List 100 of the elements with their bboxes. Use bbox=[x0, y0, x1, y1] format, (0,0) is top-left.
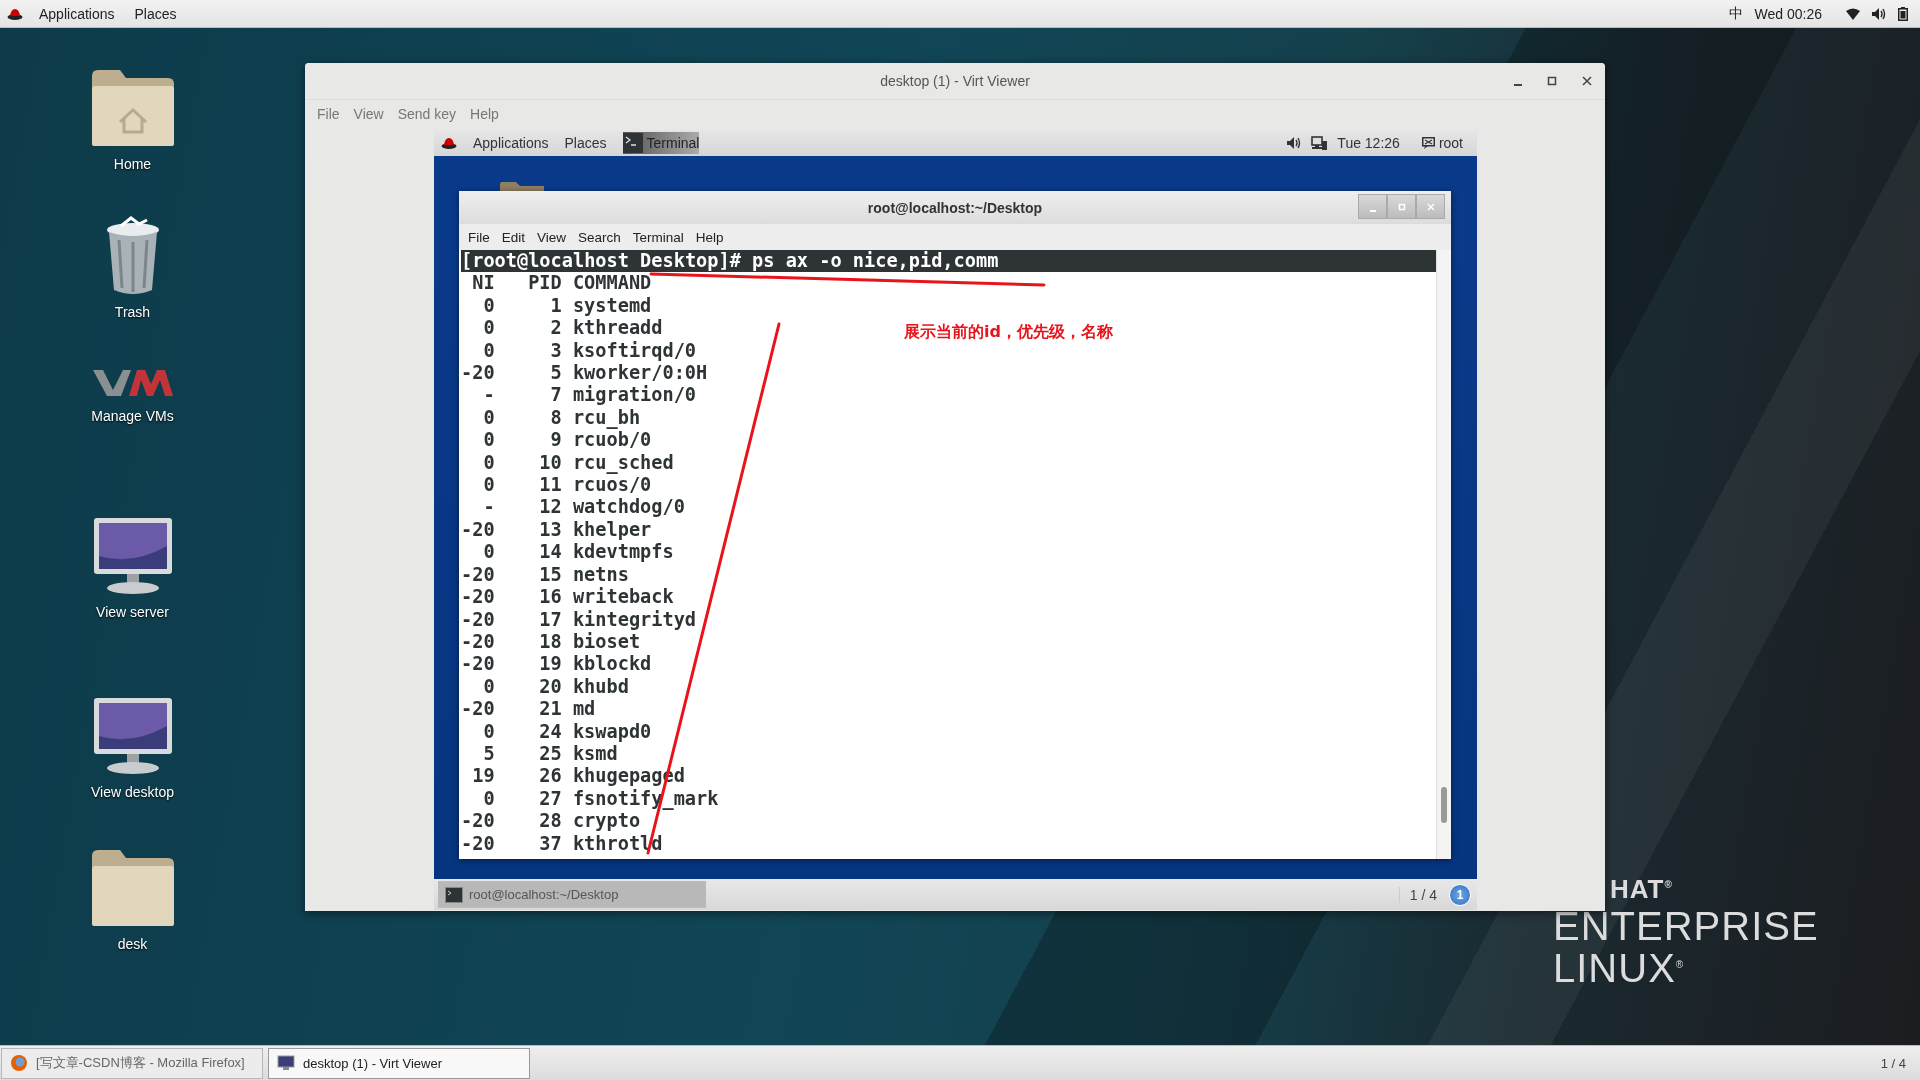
table-cell: -20 bbox=[461, 586, 495, 609]
table-cell-text: 0 bbox=[482, 720, 495, 743]
table-cell-text: 0 bbox=[482, 541, 495, 564]
menu-item[interactable]: Send key bbox=[391, 103, 463, 124]
menu-button[interactable]: Applications bbox=[473, 134, 549, 152]
wifi-icon[interactable] bbox=[1846, 7, 1860, 20]
desktop-icon-label[interactable]: View desktop bbox=[91, 784, 174, 800]
table-cell-text: 14 bbox=[538, 541, 562, 564]
table-cell: rcu_bh bbox=[572, 406, 641, 430]
table-cell-text: - bbox=[482, 384, 495, 407]
table-cell: bioset bbox=[572, 630, 641, 654]
taskbar-button[interactable]: root@localhost:~/Desktop bbox=[438, 881, 706, 908]
table-cell-text: 25 bbox=[538, 742, 562, 766]
table-cell: md bbox=[572, 698, 596, 721]
user-menu-button[interactable]: root bbox=[1421, 135, 1463, 151]
table-cell-text: 0 bbox=[482, 317, 495, 340]
logo-text: ENTERPRISE bbox=[1553, 906, 1819, 946]
taskbar-button[interactable]: desktop (1) - Virt Viewer bbox=[268, 1047, 530, 1079]
input-method-indicator[interactable]: 中 bbox=[1728, 4, 1743, 23]
table-cell-text: 11 bbox=[538, 474, 562, 497]
desktop-icon-label[interactable]: Trash bbox=[114, 304, 151, 320]
close-icon bbox=[1425, 201, 1436, 212]
column-header: NI bbox=[471, 272, 495, 295]
table-cell-text: 28 bbox=[538, 810, 562, 833]
menu-item[interactable]: Edit bbox=[496, 227, 531, 247]
desktop-icon-label[interactable]: desk bbox=[117, 936, 148, 952]
table-cell: rcu_sched bbox=[572, 451, 674, 475]
table-cell-text: 27 bbox=[538, 787, 562, 811]
scrollbar-thumb[interactable] bbox=[1441, 787, 1447, 823]
table-cell-text: 16 bbox=[538, 586, 562, 609]
table-cell: migration/0 bbox=[572, 384, 697, 407]
menu-button[interactable]: Places bbox=[564, 134, 607, 152]
desktop-icon-label[interactable]: View server bbox=[96, 604, 169, 620]
logo-text: LINUX$^{®}$ bbox=[1553, 948, 1686, 988]
menu-item[interactable]: Search bbox=[573, 227, 626, 247]
desktop-icon-label[interactable]: Manage VMs bbox=[91, 408, 174, 424]
menu-item[interactable]: Help bbox=[690, 227, 729, 247]
table-cell: ksoftirqd/0 bbox=[572, 339, 697, 363]
table-cell-text: 12 bbox=[538, 496, 562, 519]
table-cell: khubd bbox=[572, 675, 629, 699]
table-cell-text: 1 bbox=[549, 294, 562, 318]
menu-button[interactable]: Places bbox=[130, 3, 181, 24]
table-cell-text: 21 bbox=[538, 698, 562, 721]
close-icon[interactable] bbox=[1582, 76, 1592, 86]
active-app-button[interactable]: Terminal bbox=[622, 132, 700, 154]
user-icon bbox=[1421, 137, 1435, 149]
table-cell-text: 0 bbox=[482, 474, 495, 497]
table-cell: writeback bbox=[572, 586, 674, 609]
table-cell: systemd bbox=[572, 294, 652, 318]
hat-icon bbox=[441, 136, 457, 150]
table-cell: khelper bbox=[572, 518, 652, 542]
annotation-text: 展示当前的id，优先级，名称 bbox=[904, 322, 1113, 343]
network-icon[interactable] bbox=[1311, 136, 1328, 150]
table-cell: -20 bbox=[461, 832, 495, 855]
table-cell: rcuos/0 bbox=[572, 474, 652, 497]
table-cell-text: 8 bbox=[549, 406, 562, 430]
column-header: COMMAND bbox=[572, 272, 652, 295]
menu-item[interactable]: View bbox=[532, 227, 572, 247]
volume-icon[interactable] bbox=[1872, 7, 1886, 20]
menu-item[interactable]: Help bbox=[464, 103, 505, 124]
desktop-icon-label[interactable]: Home bbox=[113, 156, 152, 172]
maximize-icon[interactable] bbox=[1547, 76, 1557, 86]
table-cell-text: 10 bbox=[538, 451, 562, 475]
table-cell: kblockd bbox=[572, 653, 652, 676]
table-cell: kintegrityd bbox=[572, 608, 697, 631]
table-cell-text: 7 bbox=[549, 384, 562, 407]
hat-icon bbox=[7, 6, 23, 21]
table-cell: -20 bbox=[461, 653, 495, 676]
volume-icon[interactable] bbox=[1287, 137, 1302, 149]
workspace-indicator[interactable]: 1 / 4 bbox=[1398, 886, 1437, 903]
terminal-icon bbox=[445, 886, 463, 903]
window-title: desktop (1) - Virt Viewer bbox=[880, 73, 1030, 89]
menu-item[interactable]: File bbox=[311, 103, 346, 124]
menu-item[interactable]: View bbox=[347, 103, 390, 124]
table-cell-text: 0 bbox=[482, 406, 495, 430]
table-cell: -20 bbox=[461, 362, 495, 385]
table-cell: netns bbox=[572, 563, 629, 587]
logo-text: HAT$^{®}$ bbox=[1610, 876, 1674, 902]
monitor-icon bbox=[277, 1055, 295, 1071]
scrollbar[interactable] bbox=[1436, 250, 1451, 859]
table-cell: kworker/0:0H bbox=[572, 362, 708, 385]
terminal-icon bbox=[622, 133, 643, 153]
table-cell-text: 17 bbox=[538, 608, 562, 631]
table-cell-text: - bbox=[482, 496, 495, 519]
maximize-icon bbox=[1396, 201, 1407, 212]
window-title: root@localhost:~/Desktop bbox=[867, 199, 1043, 216]
battery-icon[interactable] bbox=[1898, 6, 1908, 21]
menu-item[interactable]: Terminal bbox=[627, 227, 689, 247]
menu-item[interactable]: File bbox=[463, 227, 495, 247]
table-cell: -20 bbox=[461, 810, 495, 833]
table-cell-text: 0 bbox=[482, 451, 495, 475]
clock[interactable]: Tue 12:26 bbox=[1337, 135, 1400, 151]
menu-button[interactable]: Applications bbox=[35, 3, 119, 24]
table-cell-text: 19 bbox=[471, 765, 495, 788]
clock[interactable]: Wed 00:26 bbox=[1754, 5, 1822, 22]
table-cell-text: 0 bbox=[482, 294, 495, 318]
workspace-indicator[interactable]: 1 / 4 bbox=[1880, 1055, 1920, 1071]
table-cell-text: 0 bbox=[482, 787, 495, 811]
table-cell: kswapd0 bbox=[572, 720, 652, 743]
taskbar-button[interactable]: [写文章-CSDN博客 - Mozilla Firefox] bbox=[1, 1047, 263, 1079]
